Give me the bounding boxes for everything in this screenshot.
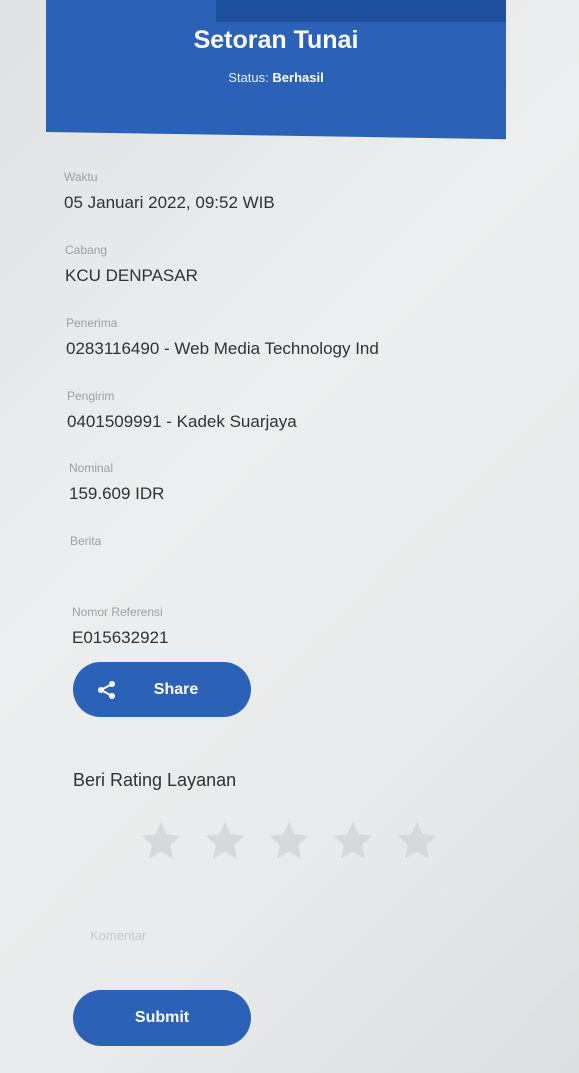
pengirim-value: 0401509991 - Kadek Suarjaya [67, 412, 297, 431]
waktu-value: 05 Januari 2022, 09:52 WIB [64, 193, 275, 212]
header-top-band [216, 0, 506, 22]
cabang-value: KCU DENPASAR [65, 266, 198, 285]
status-value: Berhasil [272, 70, 324, 85]
star-2-icon[interactable] [202, 818, 248, 864]
nominal-value: 159.609 IDR [69, 484, 165, 503]
pengirim-label: Pengirim [67, 389, 115, 403]
rating-title: Beri Rating Layanan [73, 770, 237, 790]
waktu-label: Waktu [64, 170, 98, 184]
referensi-label: Nomor Referensi [72, 605, 163, 619]
penerima-value: 0283116490 - Web Media Technology Ind [66, 339, 379, 358]
star-1-icon[interactable] [138, 818, 184, 864]
star-5-icon[interactable] [394, 818, 440, 864]
star-4-icon[interactable] [330, 818, 376, 864]
field-cabang: Cabang KCU DENPASAR [65, 243, 198, 286]
field-berita: Berita [70, 534, 101, 557]
field-pengirim: Pengirim 0401509991 - Kadek Suarjaya [67, 389, 297, 432]
field-referensi: Nomor Referensi E015632921 [72, 605, 168, 648]
star-3-icon[interactable] [266, 818, 312, 864]
star-rating[interactable] [138, 818, 440, 864]
nominal-label: Nominal [69, 461, 114, 475]
share-button[interactable]: Share [73, 662, 251, 717]
comment-input[interactable]: Komentar [90, 928, 146, 943]
header-banner: Setoran Tunai Status: Berhasil [46, 0, 506, 140]
referensi-value: E015632921 [72, 628, 169, 647]
cabang-label: Cabang [65, 243, 108, 257]
berita-label: Berita [70, 534, 102, 548]
field-waktu: Waktu 05 Januari 2022, 09:52 WIB [64, 170, 275, 213]
status-label: Status: [228, 70, 269, 85]
share-icon [98, 681, 115, 699]
field-nominal: Nominal 159.609 IDR [69, 461, 164, 504]
field-penerima: Penerima 0283116490 - Web Media Technolo… [66, 316, 379, 359]
share-label: Share [153, 680, 199, 698]
status-line: Status: Berhasil [46, 70, 506, 85]
submit-button[interactable]: Submit [73, 990, 251, 1046]
page-title: Setoran Tunai [193, 26, 359, 54]
penerima-label: Penerima [66, 316, 118, 330]
